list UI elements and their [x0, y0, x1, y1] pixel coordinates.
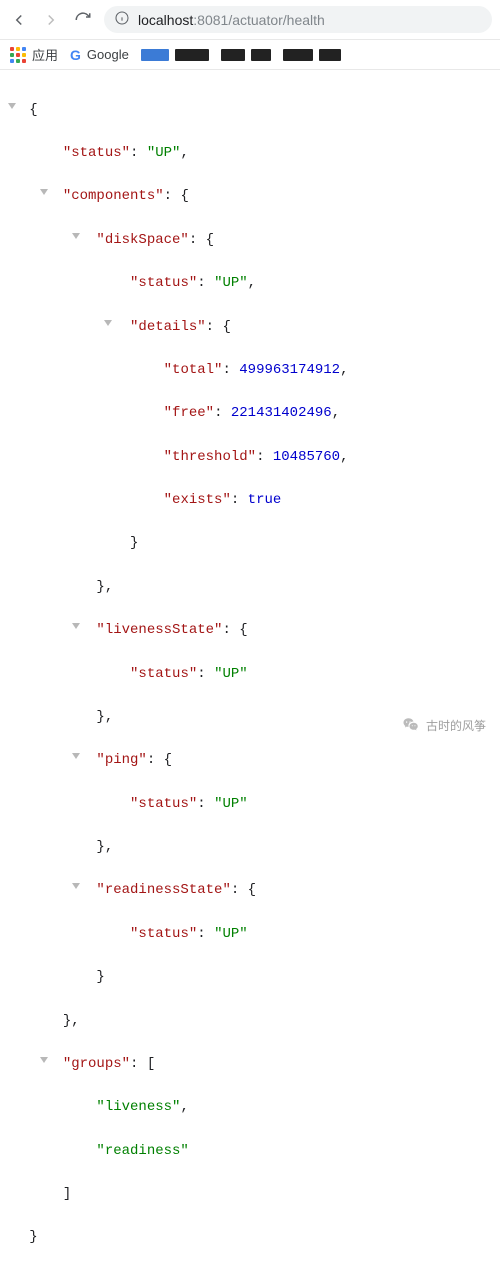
redacted-icon	[283, 49, 313, 61]
redacted-label	[319, 49, 341, 61]
apps-icon	[10, 47, 26, 63]
forward-button[interactable]	[40, 9, 62, 31]
apps-shortcut[interactable]: 应用	[10, 45, 58, 64]
toggle-icon[interactable]	[72, 883, 80, 889]
browser-toolbar: localhost:8081/actuator/health	[0, 0, 500, 40]
watermark-badge: 古时的风筝	[398, 714, 490, 736]
redacted-icon	[221, 49, 245, 61]
address-bar[interactable]: localhost:8081/actuator/health	[104, 6, 492, 33]
bookmark-redacted[interactable]	[141, 49, 209, 61]
wechat-icon	[402, 716, 420, 734]
toggle-icon[interactable]	[72, 753, 80, 759]
redacted-label	[175, 49, 209, 61]
bookmark-google-label: Google	[87, 47, 129, 62]
bookmark-google[interactable]: G Google	[70, 47, 129, 63]
bookmark-redacted[interactable]	[221, 49, 271, 61]
toggle-icon[interactable]	[72, 623, 80, 629]
toggle-icon[interactable]	[40, 189, 48, 195]
redacted-label	[251, 49, 271, 61]
toggle-icon[interactable]	[104, 320, 112, 326]
bookmark-redacted[interactable]	[283, 49, 341, 61]
apps-label: 应用	[32, 45, 58, 64]
redacted-icon	[141, 49, 169, 61]
toggle-icon[interactable]	[72, 233, 80, 239]
json-viewer: { "status": "UP", "components": { "diskS…	[0, 70, 500, 1279]
reload-button[interactable]	[72, 9, 94, 31]
site-info-icon[interactable]	[114, 10, 130, 29]
back-button[interactable]	[8, 9, 30, 31]
watermark-label: 古时的风筝	[426, 717, 486, 734]
url-text: localhost:8081/actuator/health	[138, 12, 325, 28]
google-icon: G	[70, 47, 81, 63]
toggle-icon[interactable]	[40, 1057, 48, 1063]
toggle-icon[interactable]	[8, 103, 16, 109]
bookmarks-bar: 应用 G Google	[0, 40, 500, 70]
